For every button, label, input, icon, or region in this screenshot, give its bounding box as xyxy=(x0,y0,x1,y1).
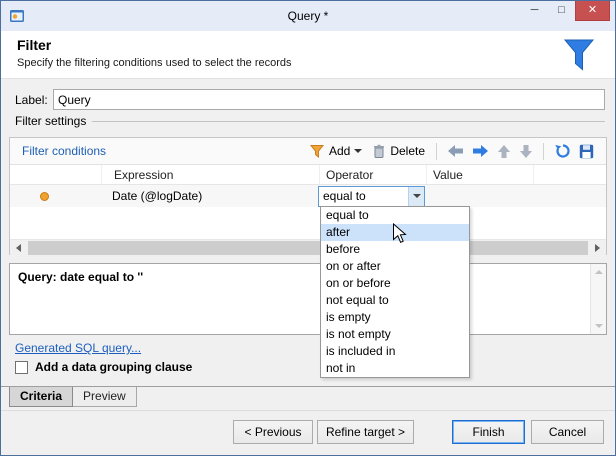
condition-bullet-icon xyxy=(40,191,49,201)
dropdown-item[interactable]: on or before xyxy=(321,275,469,292)
horizontal-scrollbar[interactable] xyxy=(10,239,606,256)
arrow-up-icon xyxy=(498,144,510,158)
vertical-scrollbar xyxy=(590,264,606,334)
dialog-header: Filter Specify the filtering conditions … xyxy=(1,31,615,79)
conditions-caption: Filter conditions xyxy=(22,144,107,158)
move-down-button[interactable] xyxy=(515,141,537,162)
save-icon xyxy=(579,144,594,158)
column-header-value[interactable]: Value xyxy=(427,165,534,184)
tab-preview[interactable]: Preview xyxy=(73,387,137,407)
conditions-toolbar: Filter conditions Add Delete xyxy=(10,138,606,165)
scroll-left-button[interactable] xyxy=(10,240,27,256)
move-up-button[interactable] xyxy=(493,141,515,162)
combobox-dropdown-button[interactable] xyxy=(408,186,424,206)
chevron-down-icon xyxy=(354,149,363,157)
toolbar-separator xyxy=(436,142,437,160)
refresh-button[interactable] xyxy=(550,140,575,162)
dropdown-item[interactable]: on or after xyxy=(321,258,469,275)
arrow-left-icon xyxy=(448,145,463,157)
maximize-button[interactable]: □ xyxy=(548,1,575,21)
expression-cell[interactable]: Date (@logDate) xyxy=(100,185,318,207)
page-subtitle: Specify the filtering conditions used to… xyxy=(17,57,292,69)
filter-funnel-icon xyxy=(563,39,595,71)
cancel-button[interactable]: Cancel xyxy=(531,420,604,444)
column-header-operator[interactable]: Operator xyxy=(320,165,427,184)
dropdown-item[interactable]: not equal to xyxy=(321,292,469,309)
titlebar[interactable]: Query * ─ □ ✕ xyxy=(1,1,615,31)
toolbar-separator xyxy=(543,142,544,160)
operator-combobox[interactable]: equal to xyxy=(318,185,425,207)
finish-button[interactable]: Finish xyxy=(452,420,525,444)
label-input[interactable] xyxy=(53,89,605,110)
group-label: Filter settings xyxy=(15,114,87,128)
page-title: Filter xyxy=(17,37,52,53)
group-separator-line xyxy=(92,121,605,122)
triangle-right-icon xyxy=(595,244,600,252)
previous-button[interactable]: < Previous xyxy=(233,420,313,444)
dropdown-item[interactable]: not in xyxy=(321,360,469,377)
table-row[interactable]: Date (@logDate) equal to xyxy=(10,185,606,207)
tab-criteria[interactable]: Criteria xyxy=(9,387,74,407)
query-summary-box: Query: date equal to '' xyxy=(9,263,607,335)
trash-icon xyxy=(374,144,385,158)
triangle-left-icon xyxy=(16,244,21,252)
filter-settings-group: Filter settings xyxy=(15,114,605,128)
grouping-checkbox-row: Add a data grouping clause xyxy=(15,360,192,374)
footer-bar: < Previous Refine target > Finish Cancel xyxy=(1,410,615,455)
delete-button-label: Delete xyxy=(390,144,425,158)
tab-strip: Criteria Preview xyxy=(1,386,615,407)
close-button[interactable]: ✕ xyxy=(575,1,610,21)
table-empty-area xyxy=(10,207,606,239)
query-dialog-window: Query * ─ □ ✕ Filter Specify the filteri… xyxy=(0,0,616,456)
scroll-up-button xyxy=(591,264,606,279)
refresh-icon xyxy=(555,144,570,158)
add-funnel-icon xyxy=(309,145,325,158)
arrow-right-icon xyxy=(473,145,488,157)
query-summary-text: Query: date equal to '' xyxy=(18,270,144,284)
horizontal-scrollbar-thumb[interactable] xyxy=(28,241,588,255)
filter-conditions-panel: Filter conditions Add Delete Expression … xyxy=(9,137,607,256)
column-header-marker[interactable] xyxy=(10,165,102,184)
refine-target-button[interactable]: Refine target > xyxy=(317,420,414,444)
delete-button[interactable]: Delete xyxy=(367,141,430,162)
scroll-down-button xyxy=(591,319,606,334)
move-right-button[interactable] xyxy=(468,141,493,161)
save-button[interactable] xyxy=(575,141,598,162)
minimize-button[interactable]: ─ xyxy=(521,1,548,21)
mouse-cursor xyxy=(393,223,407,243)
move-left-button[interactable] xyxy=(443,141,468,161)
add-button-label: Add xyxy=(328,144,351,158)
chevron-down-icon xyxy=(412,194,421,202)
add-button[interactable]: Add xyxy=(305,141,367,161)
arrow-down-icon xyxy=(520,144,532,158)
dropdown-item[interactable]: equal to xyxy=(321,207,469,224)
operator-value: equal to xyxy=(323,188,366,203)
label-field-caption: Label: xyxy=(15,93,48,107)
column-header-filler xyxy=(534,165,606,184)
window-controls: ─ □ ✕ xyxy=(521,1,610,21)
table-header: Expression Operator Value xyxy=(10,165,606,185)
column-header-expression[interactable]: Expression xyxy=(102,165,320,184)
grouping-checkbox-label: Add a data grouping clause xyxy=(35,360,193,374)
scroll-right-button[interactable] xyxy=(589,240,606,256)
grouping-checkbox[interactable] xyxy=(15,360,28,374)
dropdown-item[interactable]: is not empty xyxy=(321,326,469,343)
triangle-up-icon xyxy=(594,266,603,274)
triangle-down-icon xyxy=(594,324,603,332)
dropdown-item[interactable]: is included in xyxy=(321,343,469,360)
dropdown-item[interactable]: is empty xyxy=(321,309,469,326)
generated-sql-link[interactable]: Generated SQL query... xyxy=(15,341,141,355)
